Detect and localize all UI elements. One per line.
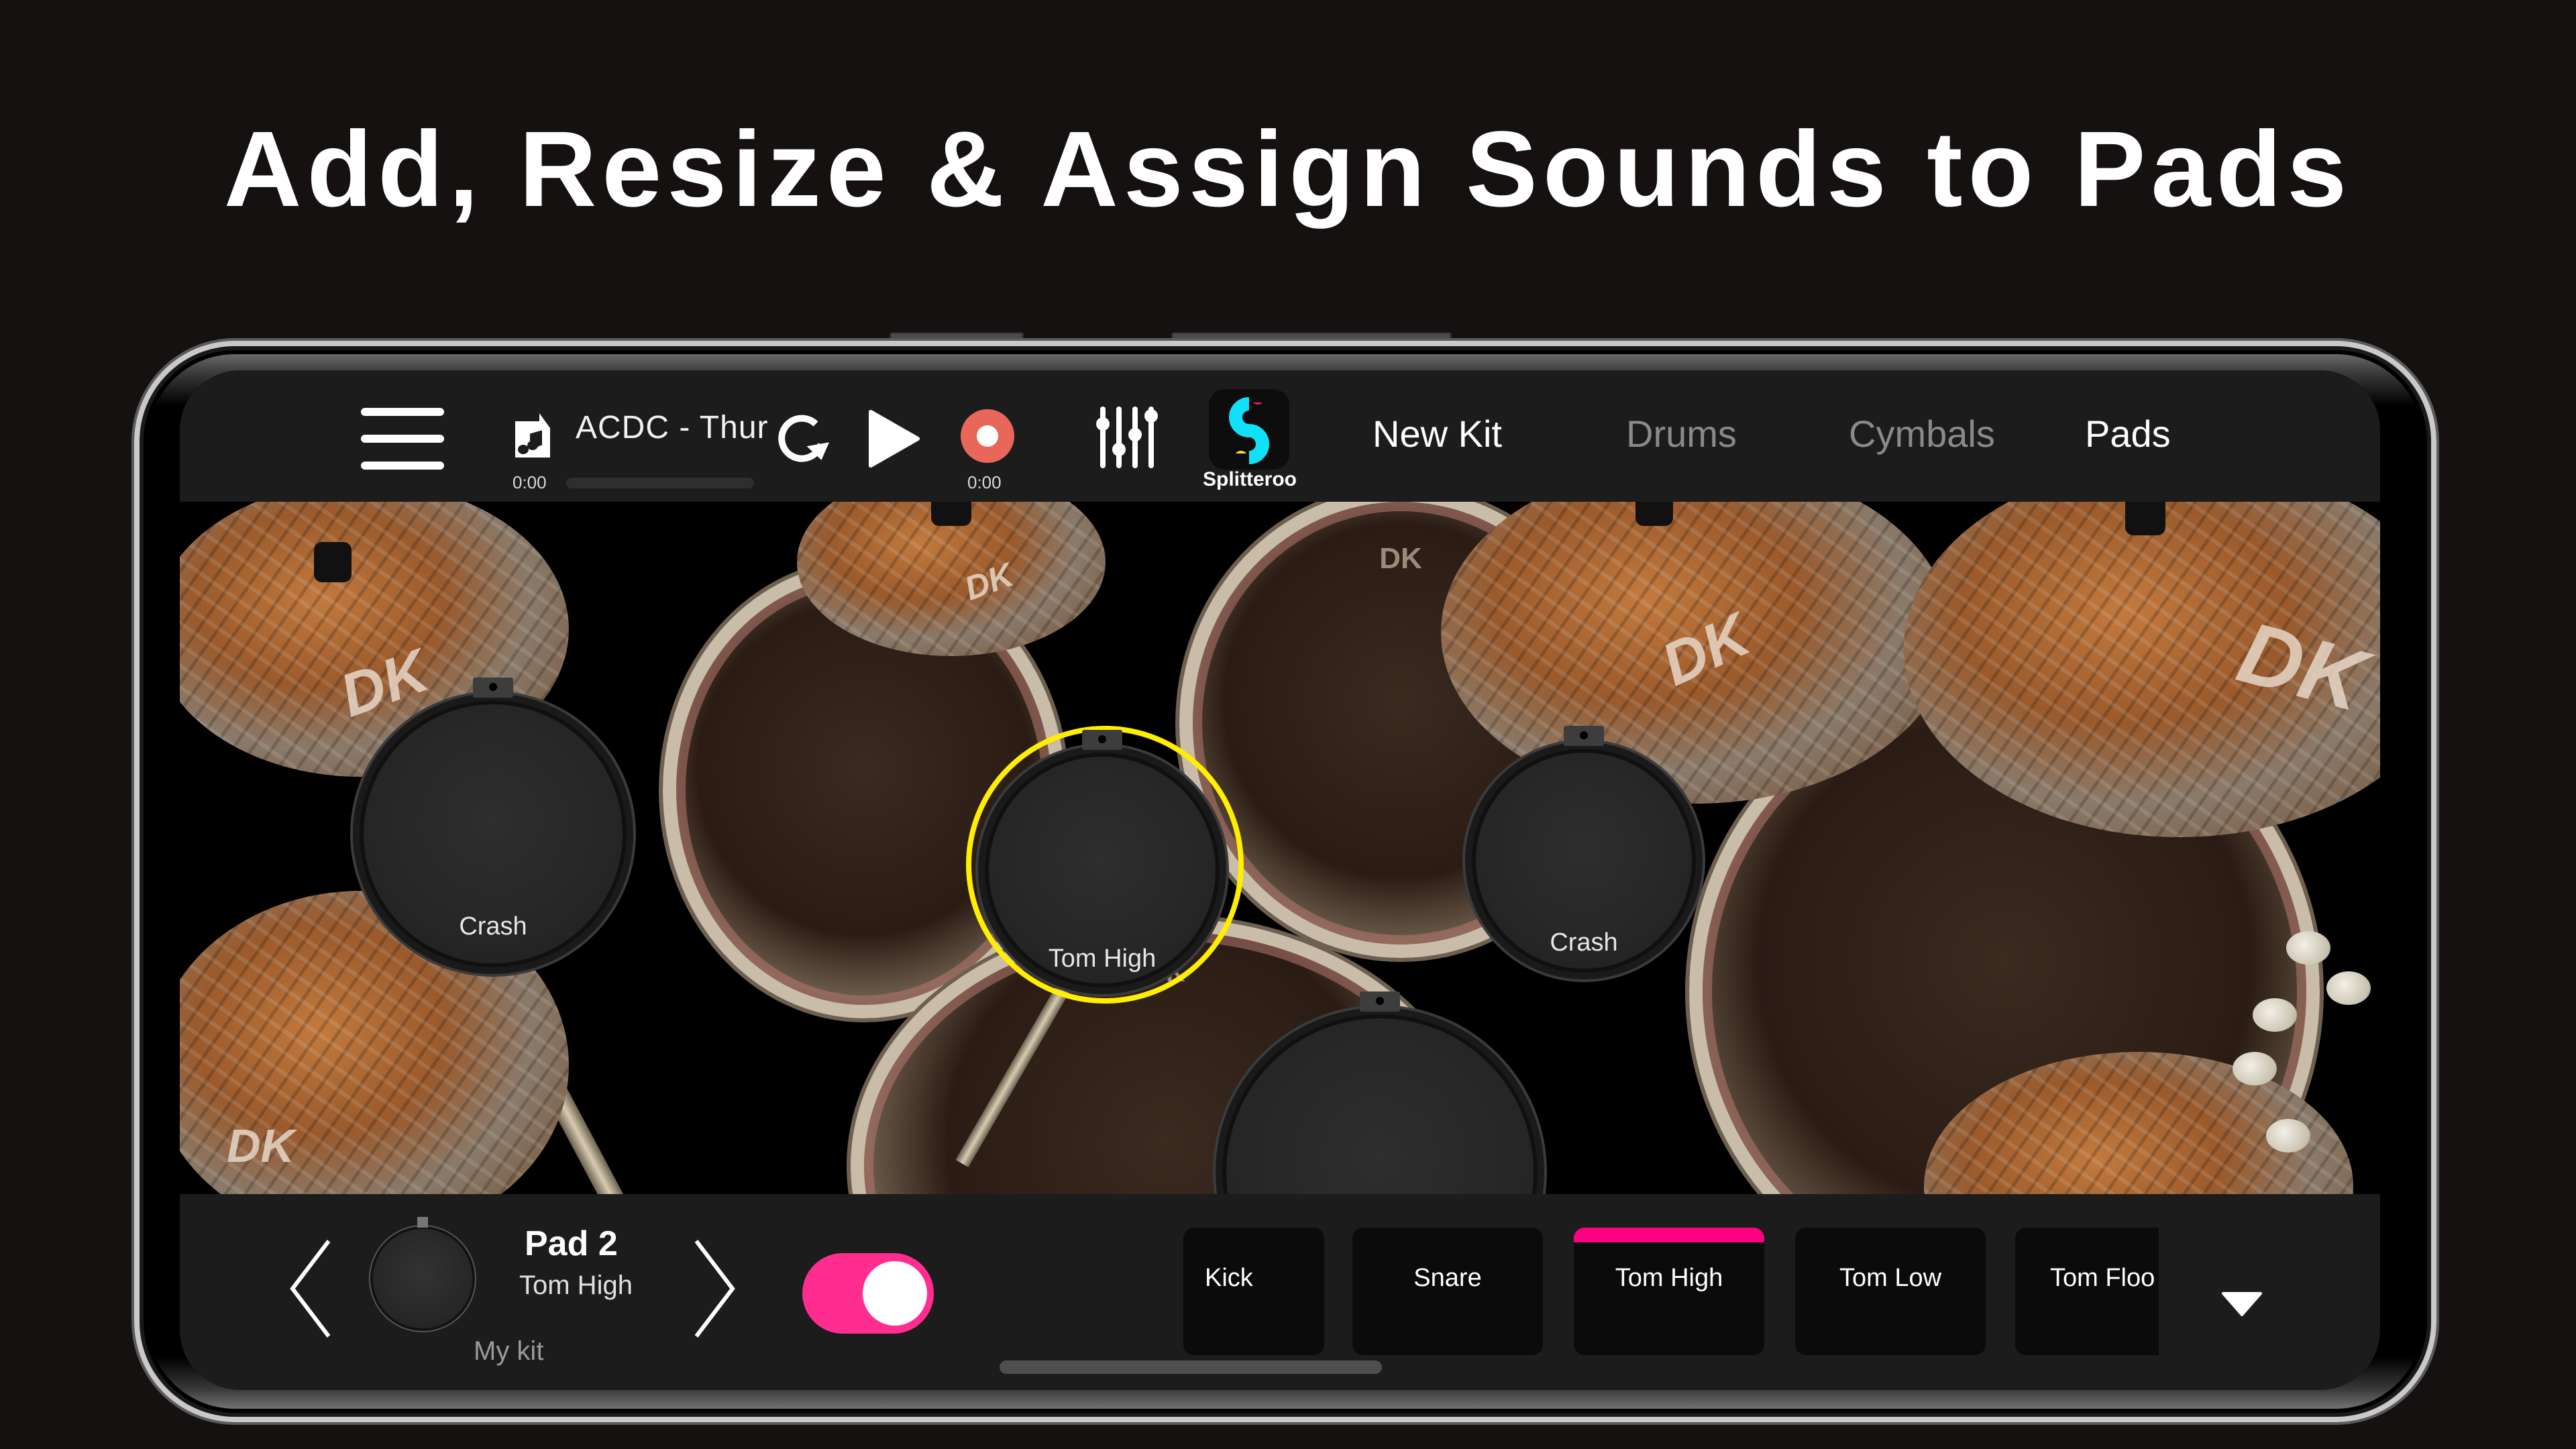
toggle-knob bbox=[863, 1261, 927, 1326]
splitteroo-label: Splitteroo bbox=[1203, 468, 1297, 490]
play-icon[interactable] bbox=[867, 409, 920, 468]
sound-option-kick[interactable]: Kick bbox=[1183, 1228, 1324, 1355]
brand-logo: DK bbox=[1379, 542, 1422, 575]
brand-logo: DK bbox=[331, 637, 437, 731]
pad-sound-name: Tom High bbox=[519, 1271, 633, 1300]
top-bar: ACDC - Thur 0:00 0:00 Splitteroo New Kit… bbox=[180, 370, 2380, 502]
music-file-icon[interactable] bbox=[513, 412, 553, 459]
song-time: 0:00 bbox=[513, 472, 547, 492]
pad-name: Pad 2 bbox=[525, 1224, 618, 1263]
pad-label: Crash bbox=[1550, 928, 1618, 957]
tambourine-jingle bbox=[2326, 971, 2371, 1005]
chevron-right-icon[interactable] bbox=[691, 1238, 738, 1339]
pad-label: Tom High bbox=[1048, 945, 1157, 973]
brand-logo: DK bbox=[227, 1120, 295, 1172]
sound-option-tom-high[interactable]: Tom High bbox=[1574, 1228, 1764, 1355]
song-progress-bar[interactable] bbox=[566, 478, 754, 488]
pad-label: Crash bbox=[459, 912, 527, 941]
tambourine-jingle bbox=[2286, 931, 2330, 965]
pad-enabled-toggle[interactable] bbox=[802, 1253, 934, 1334]
hamburger-menu-icon[interactable] bbox=[361, 408, 444, 470]
record-icon[interactable] bbox=[959, 408, 1016, 464]
loop-icon[interactable] bbox=[774, 411, 830, 467]
tambourine-jingle bbox=[2233, 1052, 2277, 1085]
pad-tom-high[interactable]: Tom High bbox=[985, 730, 1220, 987]
sound-option-snare[interactable]: Snare bbox=[1352, 1228, 1543, 1355]
kit-name: My kit bbox=[474, 1336, 544, 1366]
splitteroo-app-button[interactable] bbox=[1209, 389, 1289, 470]
tab-drums[interactable]: Drums bbox=[1626, 412, 1737, 455]
pad-crash-left[interactable]: Crash bbox=[360, 678, 627, 967]
tab-pads[interactable]: Pads bbox=[2085, 412, 2171, 455]
sound-list-scrollbar[interactable] bbox=[1000, 1360, 1382, 1374]
triangle-down-icon[interactable] bbox=[2220, 1291, 2263, 1318]
drum-kit-scene: DK DK DK DK DK DK DK DK bbox=[180, 502, 2380, 1194]
pad-editor-panel: Pad 2 Tom High My kit Kick Snare Tom Hig… bbox=[180, 1194, 2380, 1390]
mixer-sliders-icon[interactable] bbox=[1093, 405, 1161, 470]
headline: Add, Resize & Assign Sounds to Pads bbox=[223, 109, 2353, 229]
tab-new-kit[interactable]: New Kit bbox=[1373, 412, 1502, 455]
sound-option-tom-floor[interactable]: Tom Floo bbox=[2015, 1228, 2159, 1355]
tambourine-jingle bbox=[2266, 1119, 2310, 1152]
pad-crash-right[interactable]: Crash bbox=[1472, 726, 1696, 973]
song-title[interactable]: ACDC - Thur bbox=[576, 409, 769, 446]
brand-logo: DK bbox=[959, 555, 1018, 608]
chevron-left-icon[interactable] bbox=[287, 1238, 334, 1339]
brand-logo: DK bbox=[1652, 601, 1760, 699]
selected-pad-thumbnail bbox=[373, 1217, 472, 1328]
record-time: 0:00 bbox=[967, 472, 1002, 492]
sound-option-tom-low[interactable]: Tom Low bbox=[1795, 1228, 1986, 1355]
brand-logo: DK bbox=[2229, 602, 2376, 730]
tab-cymbals[interactable]: Cymbals bbox=[1849, 412, 1995, 455]
splitteroo-logo-icon bbox=[1229, 397, 1269, 464]
tambourine-jingle bbox=[2253, 998, 2297, 1032]
app-screen: ACDC - Thur 0:00 0:00 Splitteroo New Kit… bbox=[180, 370, 2380, 1390]
